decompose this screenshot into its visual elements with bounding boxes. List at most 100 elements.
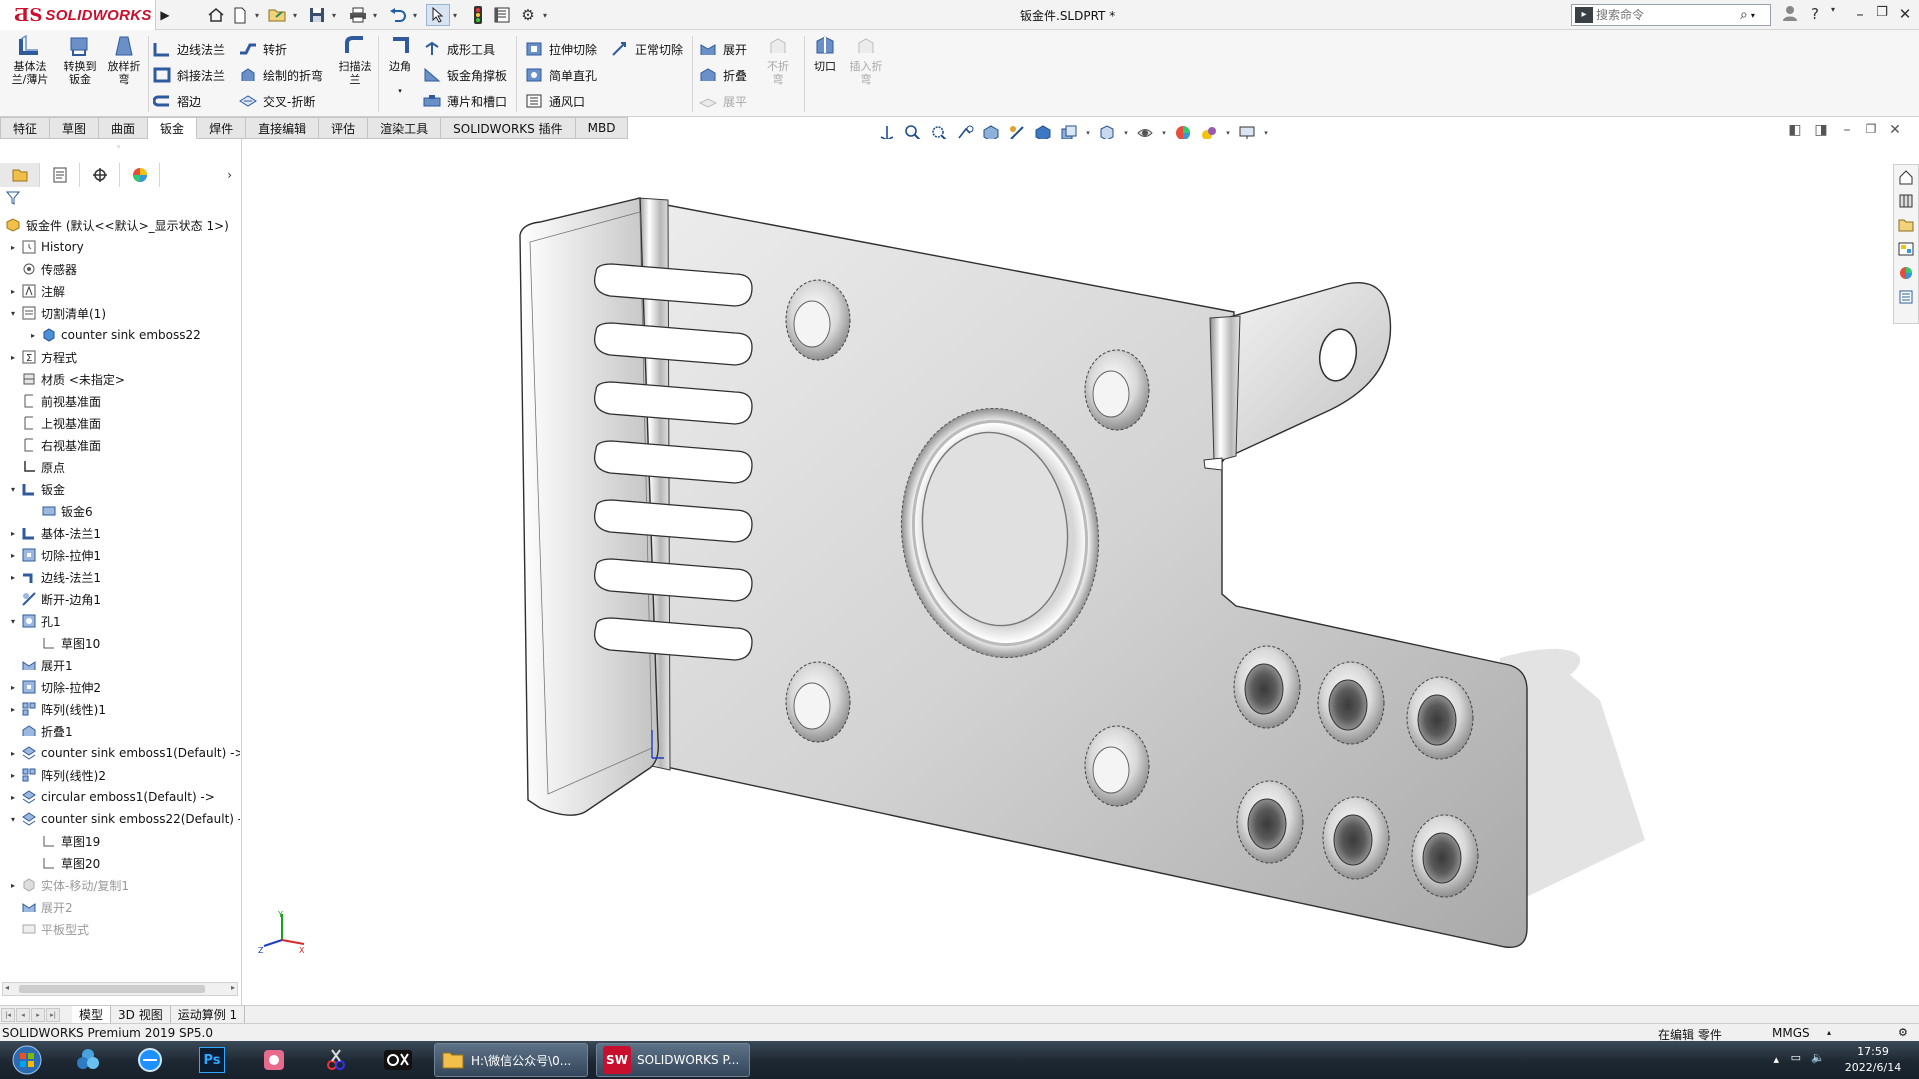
tree-item[interactable]: 断开-边角1 (0, 588, 240, 610)
tab-render-tools[interactable]: 渲染工具 (368, 117, 442, 139)
design-library-icon[interactable] (1894, 189, 1918, 213)
select-dropdown-icon[interactable]: ▾ (450, 4, 460, 26)
expand-arrow-icon[interactable]: ▸ (8, 353, 18, 362)
corners-dropdown-icon[interactable]: ▾ (398, 85, 402, 98)
cross-break-button[interactable]: 交叉-折断 (238, 91, 315, 111)
rebuild-traffic-light-icon[interactable] (466, 4, 490, 26)
view-palette-icon[interactable] (1894, 237, 1918, 261)
tree-item[interactable]: 草图19 (0, 830, 240, 852)
countersink-hole[interactable] (1406, 676, 1474, 760)
expand-arrow-icon[interactable]: ▸ (8, 749, 18, 758)
expand-arrow-icon[interactable]: ▸ (8, 529, 18, 538)
unfold-button[interactable]: 展开 (698, 39, 747, 59)
prev-tab-icon[interactable]: ◂ (16, 1007, 30, 1022)
edge-flange-button[interactable]: 边线法兰 (152, 39, 225, 59)
point-emboss[interactable] (1084, 725, 1150, 807)
extruded-cut-button[interactable]: 拉伸切除 (524, 39, 597, 59)
tray-expand-icon[interactable]: ▴ (1773, 1053, 1779, 1066)
tree-item[interactable]: 传感器 (0, 258, 240, 280)
viewport-minimize-icon[interactable]: – (1838, 122, 1856, 138)
save-icon[interactable] (305, 4, 329, 26)
panel-grip-icon[interactable]: ◦ (116, 143, 121, 153)
network-icon[interactable]: ▭ (1791, 1051, 1801, 1064)
expand-arrow-icon[interactable]: ▸ (8, 573, 18, 582)
countersink-hole[interactable] (1322, 796, 1390, 880)
taskbar-screenshot-tool-icon[interactable] (310, 1043, 362, 1077)
collapse-arrow-icon[interactable]: ▾ (8, 485, 18, 494)
tree-item[interactable]: ▸ 实体-移动/复制1 (0, 874, 240, 896)
tree-item[interactable]: ▾ counter sink emboss22(Default) -> (0, 808, 240, 830)
propertymanager-tab-icon[interactable] (40, 163, 80, 187)
taskbar-recorder-icon[interactable] (372, 1043, 424, 1077)
appearances-scenes-icon[interactable] (1894, 261, 1918, 285)
hem-button[interactable]: 褶边 (152, 91, 201, 111)
taskbar-photoshop-icon[interactable]: Ps (186, 1043, 238, 1077)
magnifier-icon[interactable]: ⌕ (1740, 7, 1748, 23)
convert-to-sheet-metal-button[interactable]: 转换到 钣金 (58, 34, 102, 86)
search-input[interactable] (1596, 8, 1736, 22)
tab-sketch[interactable]: 草图 (50, 117, 100, 139)
tree-item[interactable]: 上视基准面 (0, 412, 240, 434)
graphics-area[interactable]: Y X Z (243, 139, 1893, 1005)
custom-properties-icon[interactable] (1894, 285, 1918, 309)
tree-item[interactable]: 折叠1 (0, 720, 240, 742)
tree-item[interactable]: 钣金6 (0, 500, 240, 522)
collapse-arrow-icon[interactable]: ▾ (8, 815, 18, 824)
user-account-icon[interactable] (1780, 5, 1800, 25)
expand-arrow-icon[interactable]: ▸ (8, 771, 18, 780)
tree-item[interactable]: 展开1 (0, 654, 240, 676)
vent-button[interactable]: 通风口 (524, 91, 585, 111)
filter-funnel-icon[interactable] (5, 191, 21, 209)
close-icon[interactable]: ✕ (1895, 5, 1915, 23)
tree-horizontal-scrollbar[interactable]: ◂ ▸ (2, 982, 238, 996)
swept-flange-button[interactable]: 扫描法 兰 (336, 34, 374, 86)
expand-arrow-icon[interactable]: ▸ (28, 331, 38, 340)
countersink-hole[interactable] (1236, 780, 1304, 864)
tree-item[interactable]: ▸ History (0, 236, 240, 258)
expand-arrow-icon[interactable]: ▸ (8, 705, 18, 714)
scroll-right-icon[interactable]: ▸ (231, 983, 235, 992)
tree-item[interactable]: ▾ 孔1 (0, 610, 240, 632)
taskbar-photos-icon[interactable] (62, 1043, 114, 1077)
jog-button[interactable]: 转折 (238, 39, 287, 59)
expand-arrow-icon[interactable]: ▸ (8, 881, 18, 890)
save-dropdown-icon[interactable]: ▾ (329, 4, 339, 26)
tree-item[interactable]: ▸ circular emboss1(Default) -> (0, 786, 240, 808)
tab-evaluate[interactable]: 评估 (319, 117, 369, 139)
tree-item[interactable]: ▾ 切割清单(1) (0, 302, 240, 324)
units-dropdown-icon[interactable]: ▴ (1827, 1028, 1831, 1037)
panel-expand-chevron-icon[interactable]: › (227, 168, 232, 182)
tree-item[interactable]: ▸ 阵列(线性)2 (0, 764, 240, 786)
tree-item[interactable]: ▸ counter sink emboss1(Default) -> (0, 742, 240, 764)
tree-item[interactable]: 原点 (0, 456, 240, 478)
tree-item[interactable]: 材质 <未指定> (0, 368, 240, 390)
options-dropdown-icon[interactable]: ▾ (540, 4, 550, 26)
lofted-bend-button[interactable]: 放样折 弯 (104, 34, 144, 86)
simple-hole-button[interactable]: 简单直孔 (524, 65, 597, 85)
tab-bend-region[interactable] (1209, 315, 1241, 463)
search-commands-box[interactable]: ▸ ⌕ ▾ (1571, 4, 1771, 26)
featuremanager-tab-icon[interactable] (0, 163, 40, 187)
start-button-icon[interactable] (2, 1043, 52, 1077)
expand-arrow-icon[interactable]: ▸ (8, 793, 18, 802)
taskbar-app-icon[interactable] (248, 1043, 300, 1077)
command-search-icon[interactable]: ▸ (1575, 7, 1593, 23)
home-icon[interactable] (204, 4, 228, 26)
no-bends-button[interactable]: 不折 弯 (758, 34, 798, 86)
solidworks-resources-icon[interactable] (1894, 165, 1918, 189)
sketched-bend-button[interactable]: 绘制的折弯 (238, 65, 323, 85)
tab-direct-editing[interactable]: 直接编辑 (246, 117, 320, 139)
base-flange-button[interactable]: 基体法 兰/薄片 (10, 34, 50, 86)
forming-tool-button[interactable]: 成形工具 (422, 39, 495, 59)
corners-button[interactable]: 边角 ▾ (382, 34, 418, 98)
options-gear-icon[interactable]: ⚙ (516, 4, 540, 26)
print-dropdown-icon[interactable]: ▾ (370, 4, 380, 26)
tree-item[interactable]: 展开2 (0, 896, 240, 918)
taskbar-explorer-window[interactable]: H:\微信公众号\0... (434, 1043, 588, 1077)
tree-item[interactable]: 草图10 (0, 632, 240, 654)
expand-arrow-icon[interactable]: ▸ (8, 287, 18, 296)
tree-root-part[interactable]: 钣金件 (默认<<默认>_显示状态 1>) (0, 214, 240, 236)
rip-button[interactable]: 切口 (810, 34, 840, 73)
point-emboss[interactable] (785, 279, 851, 361)
insert-bends-button[interactable]: 插入折 弯 (846, 34, 886, 86)
